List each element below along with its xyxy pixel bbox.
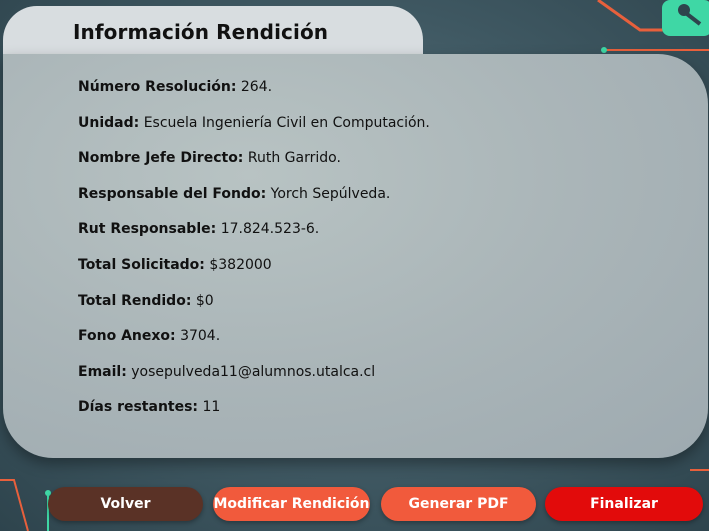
field-value: $0 bbox=[195, 292, 214, 309]
details-list: Número Resolución: 264. Unidad: Escuela … bbox=[78, 77, 430, 433]
field-value: Yorch Sepúlveda. bbox=[270, 185, 391, 202]
finish-button[interactable]: Finalizar bbox=[545, 487, 703, 521]
field-numero-resolucion: Número Resolución: 264. bbox=[78, 77, 430, 113]
field-label: Fono Anexo: bbox=[78, 328, 176, 345]
field-label: Total Rendido: bbox=[78, 292, 192, 309]
field-fono-anexo: Fono Anexo: 3704. bbox=[78, 326, 430, 362]
field-value: 17.824.523-6. bbox=[220, 221, 320, 238]
field-responsable-fondo: Responsable del Fondo: Yorch Sepúlveda. bbox=[78, 184, 430, 220]
field-unidad: Unidad: Escuela Ingeniería Civil en Comp… bbox=[78, 113, 430, 149]
field-label: Días restantes: bbox=[78, 399, 199, 416]
field-label: Responsable del Fondo: bbox=[78, 185, 267, 202]
field-value: 264. bbox=[240, 79, 273, 95]
page-title: Información Rendición bbox=[73, 20, 329, 44]
field-label: Número Resolución: bbox=[78, 79, 237, 95]
field-label: Email: bbox=[78, 363, 127, 380]
field-email: Email: yosepulveda11@alumnos.utalca.cl bbox=[78, 362, 430, 398]
generate-pdf-button[interactable]: Generar PDF bbox=[381, 487, 536, 521]
field-rut-responsable: Rut Responsable: 17.824.523-6. bbox=[78, 219, 430, 255]
field-value: 3704. bbox=[180, 328, 221, 345]
field-label: Nombre Jefe Directo: bbox=[78, 150, 244, 167]
field-nombre-jefe-directo: Nombre Jefe Directo: Ruth Garrido. bbox=[78, 148, 430, 184]
field-value: $382000 bbox=[209, 256, 272, 273]
field-value: Escuela Ingeniería Civil en Computación. bbox=[143, 114, 430, 131]
field-total-rendido: Total Rendido: $0 bbox=[78, 291, 430, 327]
field-total-solicitado: Total Solicitado: $382000 bbox=[78, 255, 430, 291]
field-label: Unidad: bbox=[78, 114, 140, 131]
back-button[interactable]: Volver bbox=[48, 487, 203, 521]
field-value: Ruth Garrido. bbox=[247, 150, 341, 167]
modify-rendition-button[interactable]: Modificar Rendición bbox=[213, 487, 370, 521]
field-dias-restantes: Días restantes: 11 bbox=[78, 397, 430, 433]
field-value: yosepulveda11@alumnos.utalca.cl bbox=[131, 363, 376, 380]
field-label: Rut Responsable: bbox=[78, 221, 217, 238]
field-value: 11 bbox=[202, 399, 221, 416]
field-label: Total Solicitado: bbox=[78, 256, 205, 273]
